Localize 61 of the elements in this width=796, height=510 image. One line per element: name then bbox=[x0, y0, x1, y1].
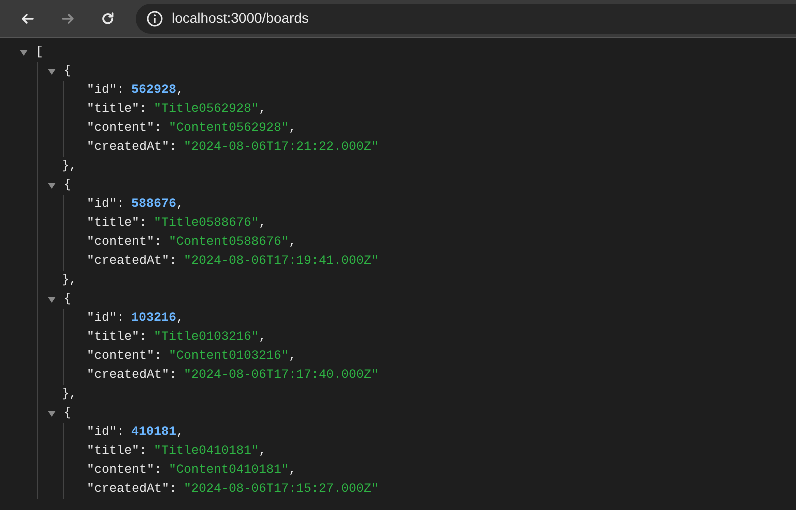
json-key: "createdAt": bbox=[87, 480, 178, 499]
json-value: "2024-08-06T17:19:41.000Z" bbox=[184, 253, 380, 270]
info-icon[interactable] bbox=[146, 10, 164, 28]
expand-toggle-icon[interactable] bbox=[48, 410, 56, 416]
expand-toggle-icon[interactable] bbox=[48, 182, 56, 188]
json-value: "2024-08-06T17:21:22.000Z" bbox=[184, 139, 380, 156]
comma: , bbox=[176, 424, 184, 441]
json-value: "Content0588676" bbox=[169, 234, 290, 251]
comma: , bbox=[259, 443, 267, 460]
json-key: "createdAt": bbox=[87, 252, 178, 271]
brace: }, bbox=[62, 386, 78, 403]
json-value: "Content0410181" bbox=[169, 462, 290, 479]
json-value: 588676 bbox=[132, 196, 177, 213]
brace: }, bbox=[62, 158, 78, 175]
json-key: "title": bbox=[87, 328, 148, 347]
json-key: "content": bbox=[87, 461, 162, 480]
reload-icon[interactable] bbox=[100, 10, 116, 26]
comma: , bbox=[289, 348, 297, 365]
comma: , bbox=[176, 82, 184, 99]
comma: , bbox=[259, 215, 267, 232]
json-key: "createdAt": bbox=[87, 366, 178, 385]
brace: { bbox=[64, 177, 72, 194]
json-value: "Title0562928" bbox=[154, 101, 260, 118]
json-key: "content": bbox=[87, 119, 162, 138]
expand-toggle-icon[interactable] bbox=[48, 296, 56, 302]
address-bar[interactable]: localhost:3000/boards bbox=[136, 4, 796, 34]
brace: { bbox=[64, 63, 72, 80]
json-value: "2024-08-06T17:15:27.000Z" bbox=[184, 481, 380, 498]
json-key: "createdAt": bbox=[87, 138, 178, 157]
expand-toggle-icon[interactable] bbox=[48, 68, 56, 74]
comma: , bbox=[176, 310, 184, 327]
json-value: 103216 bbox=[132, 310, 177, 327]
url-text: localhost:3000/boards bbox=[172, 9, 309, 28]
json-key: "id": bbox=[87, 423, 125, 442]
comma: , bbox=[289, 234, 297, 251]
comma: , bbox=[259, 101, 267, 118]
brace: { bbox=[64, 291, 72, 308]
brace: { bbox=[64, 405, 72, 422]
json-value: 562928 bbox=[132, 82, 177, 99]
bracket: [ bbox=[36, 44, 44, 61]
json-value: 410181 bbox=[132, 424, 177, 441]
json-key: "id": bbox=[87, 195, 125, 214]
json-value: "Content0103216" bbox=[169, 348, 290, 365]
comma: , bbox=[259, 329, 267, 346]
comma: , bbox=[289, 120, 297, 137]
json-value: "Title0410181" bbox=[154, 443, 260, 460]
json-value: "Title0103216" bbox=[154, 329, 260, 346]
json-key: "title": bbox=[87, 100, 148, 119]
json-value: "Title0588676" bbox=[154, 215, 260, 232]
json-key: "id": bbox=[87, 81, 125, 100]
json-value: "Content0562928" bbox=[169, 120, 290, 137]
json-key: "title": bbox=[87, 214, 148, 233]
json-value: "2024-08-06T17:17:40.000Z" bbox=[184, 367, 380, 384]
json-key: "content": bbox=[87, 233, 162, 252]
json-key: "content": bbox=[87, 347, 162, 366]
json-key: "id": bbox=[87, 309, 125, 328]
brace: }, bbox=[62, 272, 78, 289]
comma: , bbox=[289, 462, 297, 479]
json-key: "title": bbox=[87, 442, 148, 461]
expand-toggle-icon[interactable] bbox=[20, 50, 28, 56]
comma: , bbox=[176, 196, 184, 213]
